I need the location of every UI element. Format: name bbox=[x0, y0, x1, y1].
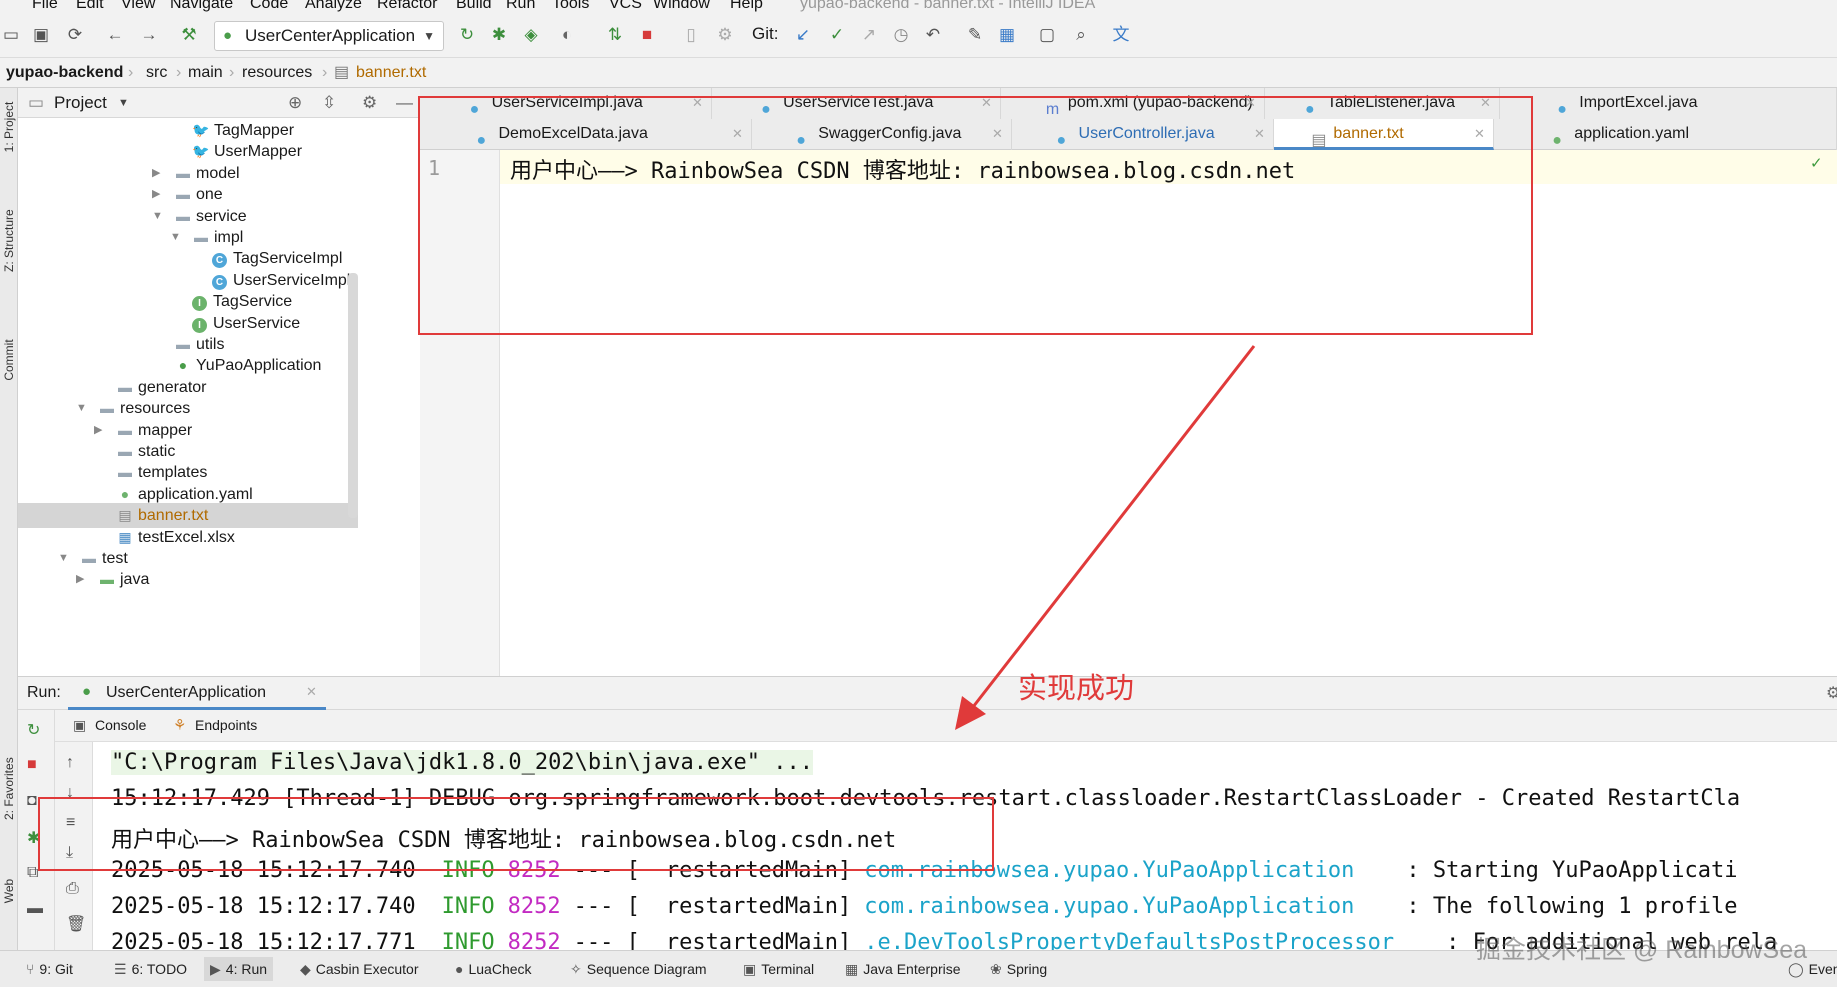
annotation-text: 实现成功 bbox=[1018, 673, 1135, 705]
annotation-arrow bbox=[955, 345, 1256, 730]
watermark: 掘金技术社区 @ RainbowSea bbox=[1476, 936, 1808, 964]
